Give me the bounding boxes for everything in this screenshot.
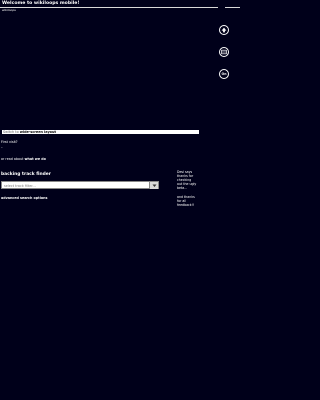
site-label: wikiloops xyxy=(2,7,16,12)
read-about-prefix: or read about xyxy=(1,157,24,161)
finder-title: backing track finder xyxy=(1,171,51,177)
up-arrow-icon xyxy=(221,27,227,33)
side-note-line: feedback!! xyxy=(177,203,195,208)
grid-icon xyxy=(221,49,227,55)
layout-switch-bar[interactable]: Switch to wide-screen layout xyxy=(2,130,199,134)
page-title: Welcome to wikiloops mobile! xyxy=(2,1,80,6)
track-filter-select[interactable]: select track filter... xyxy=(1,181,159,189)
chevron-down-icon[interactable] xyxy=(149,182,158,189)
top-edge-divider xyxy=(225,7,240,8)
dash-text: – xyxy=(1,144,3,149)
side-note: Desi says thanks for checking out the ug… xyxy=(177,170,201,208)
what-we-do-link[interactable]: what we do xyxy=(24,157,45,161)
title-divider xyxy=(0,7,218,8)
on-toggle-icon: On xyxy=(221,72,227,76)
menu-button[interactable] xyxy=(219,47,229,57)
read-about-line: or read about what we do xyxy=(1,157,46,161)
switch-prefix: Switch to xyxy=(3,130,19,134)
first-visit-text: First visit? xyxy=(1,140,18,144)
wide-screen-link[interactable]: wide-screen layout xyxy=(20,130,56,134)
track-filter-placeholder: select track filter... xyxy=(4,183,36,188)
on-toggle-button[interactable]: On xyxy=(219,69,229,79)
advanced-search-link[interactable]: advanced search options xyxy=(1,196,47,200)
scroll-up-button[interactable] xyxy=(219,25,229,35)
